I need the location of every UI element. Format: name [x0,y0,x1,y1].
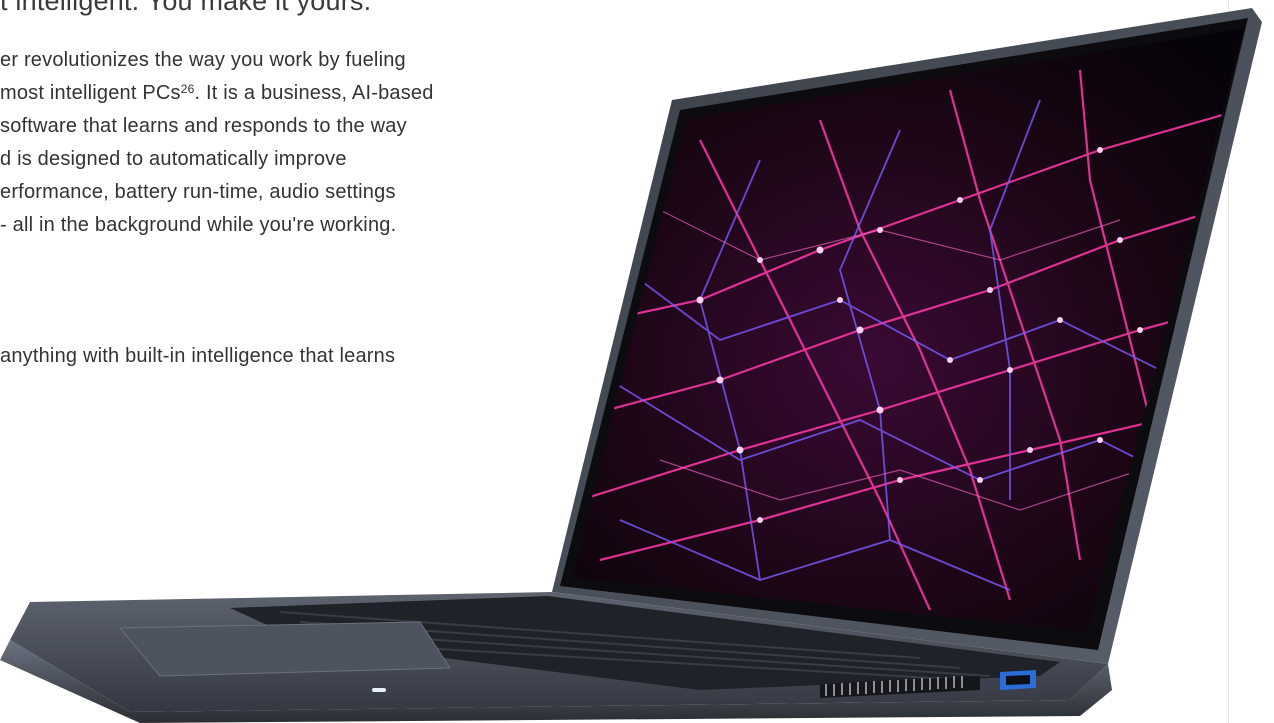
laptop-image [0,8,1262,723]
status-light [372,688,386,692]
laptop-screen [572,28,1244,632]
